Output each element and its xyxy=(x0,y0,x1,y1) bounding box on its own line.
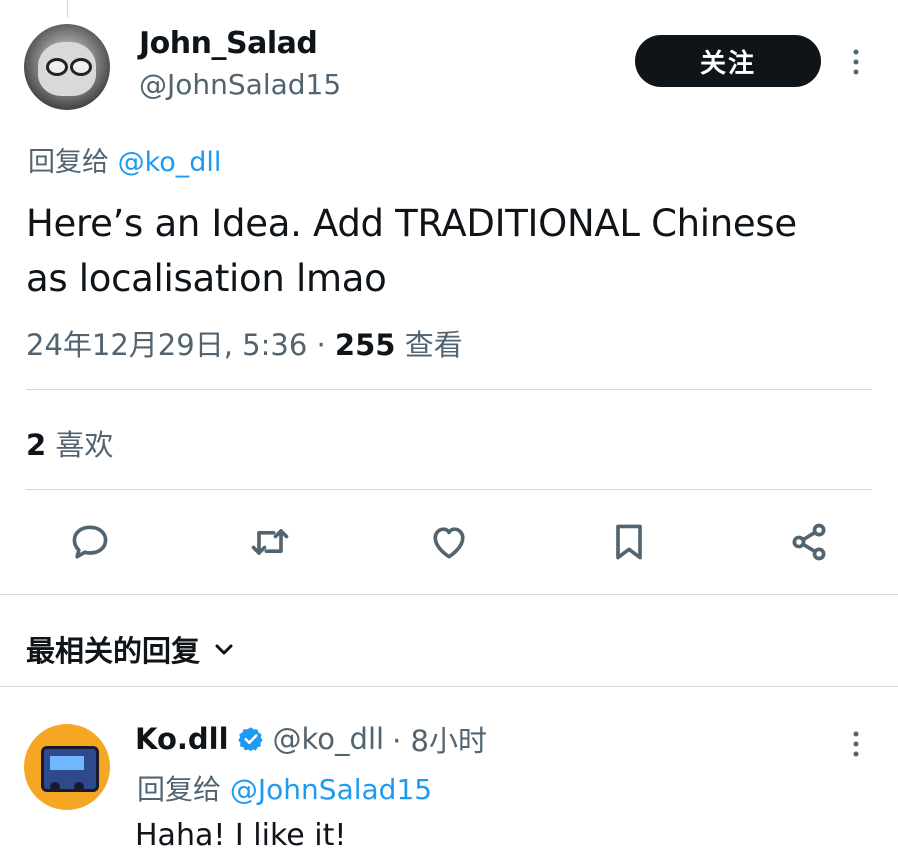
retweet-button[interactable] xyxy=(246,518,294,566)
reply-icon xyxy=(72,525,108,559)
reply-reply-to-line: 回复给 @JohnSalad15 xyxy=(137,768,432,808)
likes-label: 喜欢 xyxy=(55,428,114,462)
divider xyxy=(26,389,872,390)
sort-label: 最相关的回复 xyxy=(26,634,201,668)
author-avatar[interactable] xyxy=(24,24,110,110)
chevron-down-icon xyxy=(215,644,233,655)
divider xyxy=(26,489,872,490)
author-handle[interactable]: @JohnSalad15 xyxy=(139,68,341,101)
reply-to-mention[interactable]: @ko_dll xyxy=(118,147,222,178)
likes-summary[interactable]: 2 喜欢 xyxy=(26,422,113,464)
thread-line xyxy=(67,0,68,18)
reply-to-prefix: 回复给 xyxy=(137,773,222,806)
share-button[interactable] xyxy=(785,518,833,566)
follow-button[interactable]: 关注 xyxy=(635,35,821,87)
share-icon xyxy=(792,523,826,561)
author-display-name[interactable]: John_Salad xyxy=(139,26,318,61)
like-icon xyxy=(433,527,465,559)
reply-author-handle[interactable]: @ko_dll xyxy=(273,722,385,756)
views-label: 查看 xyxy=(404,328,463,362)
bookmark-button[interactable] xyxy=(605,518,653,566)
like-button[interactable] xyxy=(425,518,473,566)
reply-header: Ko.dll @ko_dll · 8小时 xyxy=(135,718,487,760)
verified-badge-icon xyxy=(237,727,263,752)
reply-button[interactable] xyxy=(66,518,114,566)
reply-more-options-icon[interactable] xyxy=(846,726,866,762)
views-count: 255 xyxy=(334,328,396,362)
tweet-text-line: Here’s an Idea. Add TRADITIONAL Chinese xyxy=(26,202,797,245)
more-options-icon[interactable] xyxy=(846,44,866,80)
reply-text: Haha! I like it! xyxy=(135,818,347,853)
reply-author-avatar[interactable] xyxy=(24,724,110,810)
likes-count: 2 xyxy=(26,428,47,462)
reply-author-name[interactable]: Ko.dll xyxy=(135,722,229,756)
divider xyxy=(0,594,898,595)
tweet-meta: 24年12月29日, 5:36 · 255 查看 xyxy=(26,322,463,364)
reply-to-mention[interactable]: @JohnSalad15 xyxy=(230,773,432,806)
reply-to-line: 回复给 @ko_dll xyxy=(28,140,221,179)
reply-time[interactable]: · 8小时 xyxy=(392,718,487,760)
divider xyxy=(0,686,898,687)
reply-sort-selector[interactable]: 最相关的回复 xyxy=(26,628,236,670)
tweet-text-line: as localisation lmao xyxy=(26,257,387,300)
bookmark-icon xyxy=(616,524,642,560)
retweet-icon xyxy=(251,529,289,555)
timestamp[interactable]: 24年12月29日, 5:36 · xyxy=(26,328,326,362)
reply-to-prefix: 回复给 xyxy=(28,147,109,178)
tweet-text: Here’s an Idea. Add TRADITIONAL Chinese … xyxy=(26,196,876,306)
